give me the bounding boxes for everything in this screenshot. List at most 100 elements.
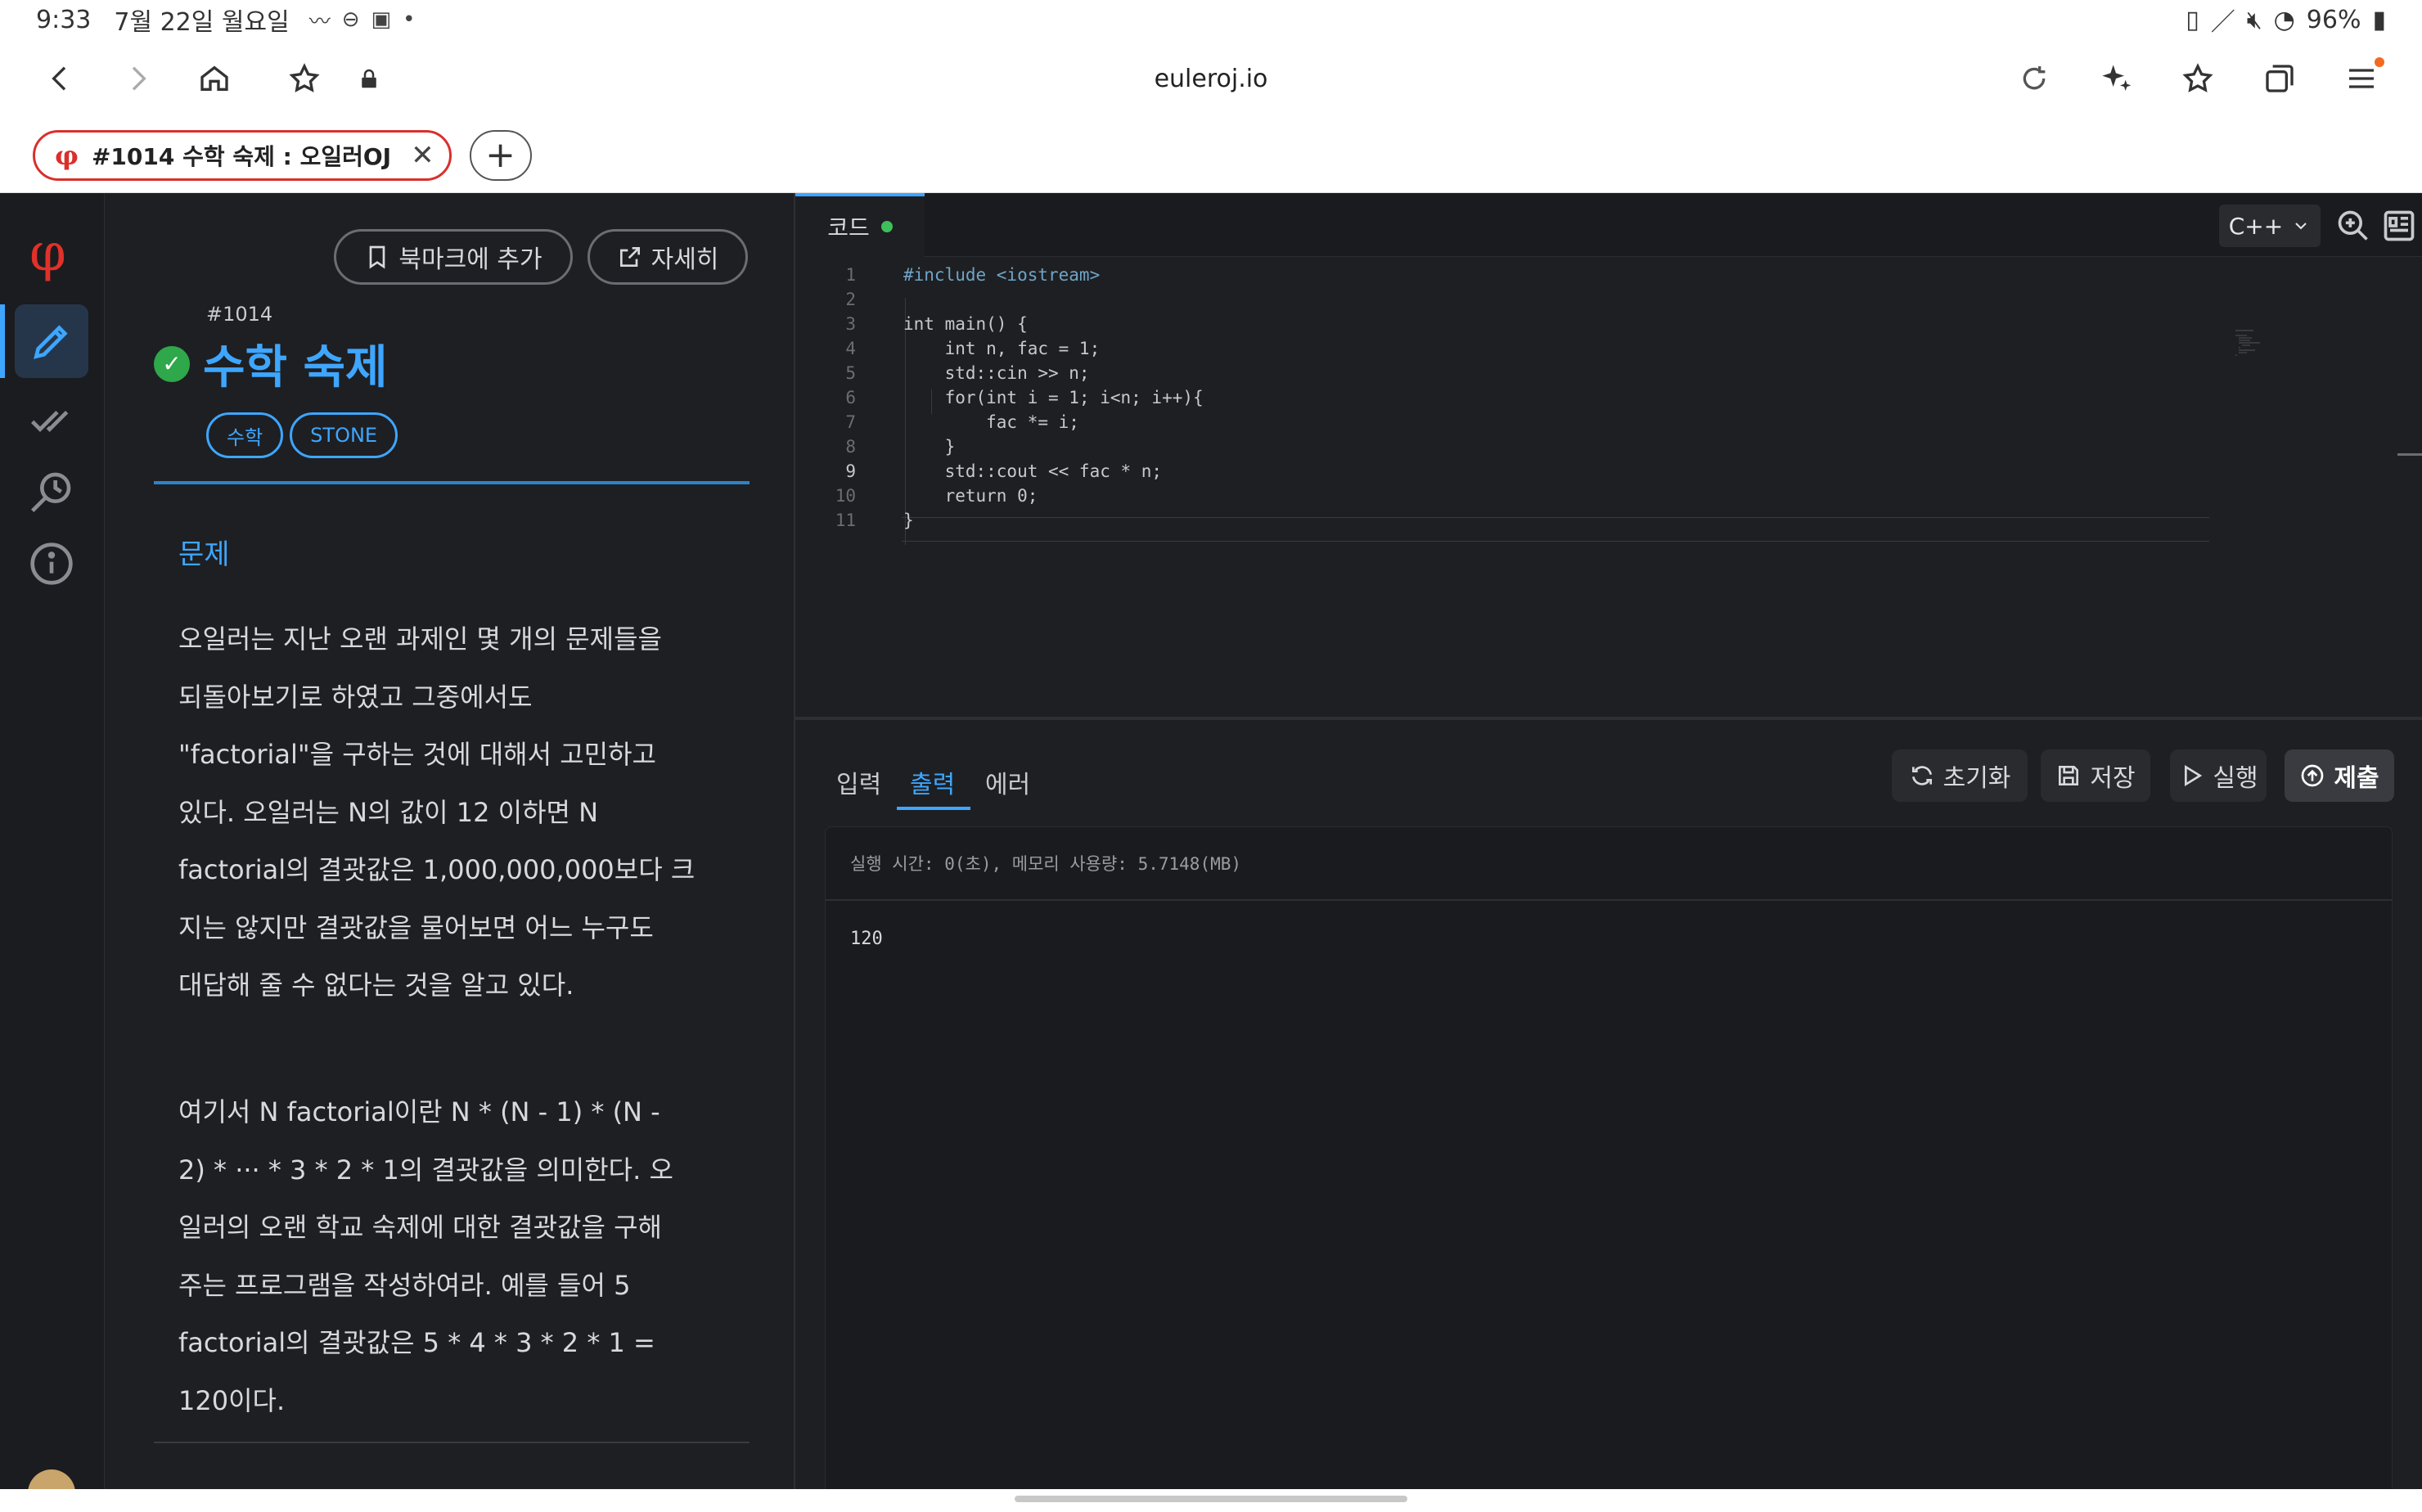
language-select[interactable]: C++ (2219, 205, 2321, 247)
bookmark-star-icon (2182, 63, 2213, 92)
reset-button[interactable]: 초기화 (1892, 749, 2028, 802)
double-check-icon (31, 411, 69, 432)
run-button[interactable]: 실행 (2170, 749, 2267, 802)
new-tab-button[interactable]: + (469, 129, 532, 181)
paragraph-line: 120이다. (178, 1384, 286, 1416)
info-icon (30, 542, 73, 585)
solved-check-icon: ✓ (154, 345, 190, 382)
avatar[interactable] (28, 1469, 75, 1489)
saved-status-dot (880, 221, 893, 232)
section-divider (154, 1442, 750, 1443)
line-number: 3 (845, 314, 856, 334)
line-number: 2 (845, 290, 856, 309)
tabs-button[interactable] (2255, 54, 2304, 103)
code-line: std::cout << fac * n; (903, 461, 1163, 481)
paragraph-line: "factorial"을 구하는 것에 대해서 고민하고 (178, 739, 656, 770)
forward-icon (132, 66, 146, 91)
code-minimap[interactable] (2235, 329, 2288, 362)
tabs-icon (2266, 65, 2294, 92)
home-indicator[interactable] (1015, 1496, 1407, 1502)
tag-badge[interactable]: STONE (290, 412, 398, 458)
problem-tags: 수학 STONE (206, 412, 398, 458)
editor-tab-code[interactable]: 코드 (795, 193, 925, 257)
mute-icon: 🔇︎ (2246, 5, 2262, 34)
menu-button[interactable] (2337, 54, 2386, 103)
reload-button[interactable] (2010, 54, 2059, 103)
run-label: 실행 (2213, 764, 2258, 793)
spen-icon: ／ (2210, 8, 2235, 37)
code-line: for(int i = 1; i<n; i++){ (903, 388, 1204, 407)
paragraph-line: 2) * ··· * 3 * 2 * 1의 결괏값을 의미한다. 오 (178, 1154, 673, 1186)
active-tab-underline (897, 807, 970, 810)
detail-button[interactable]: 자세히 (587, 229, 748, 285)
browser-toolbar: euleroj.io (0, 39, 2422, 118)
submit-button[interactable]: 제출 (2285, 749, 2394, 802)
line-number: 5 (845, 363, 856, 383)
line-number: 8 (845, 437, 856, 457)
battery-level: 96% (2306, 5, 2361, 34)
upload-circle-icon (2302, 764, 2324, 787)
line-number: 11 (835, 511, 856, 530)
save-icon (2059, 766, 2079, 785)
problem-panel: 북마크에 추가 자세히 #1014 ✓ 수학 숙제 수학 STONE 문제 오일… (105, 193, 795, 1489)
zoom-in-icon[interactable] (2335, 208, 2371, 244)
submit-label: 제출 (2334, 764, 2379, 793)
reload-icon (2023, 66, 2046, 90)
tab-error[interactable]: 에러 (985, 764, 1030, 800)
paragraph-line: factorial의 결괏값은 5 * 4 * 3 * 2 * 1 = (178, 1327, 655, 1358)
problem-number: #1014 (206, 303, 273, 326)
app-area: φ 북마크에 추가 자세히 #1014 ✓ 수학 숙제 수학 STONE 문제 … (0, 193, 2422, 1489)
code-line: } (903, 511, 914, 530)
code-line: #include <iostream> (903, 265, 1101, 285)
paragraph-line: 여기서 N factorial이란 N * (N - 1) * (N - (178, 1096, 660, 1127)
status-bar: 9:33 7월 22일 월요일 〰 ⊖ ▣ • ▯ ／ 🔇︎ ◔ 96% ▮ (0, 0, 2422, 39)
home-icon (200, 65, 228, 91)
save-button[interactable]: 저장 (2041, 749, 2150, 802)
language-value: C++ (2228, 212, 2284, 240)
browser-tab-active[interactable]: φ #1014 수학 숙제 : 오일러OJ ✕ (33, 129, 452, 181)
notification-dot (2375, 57, 2384, 67)
code-line: std::cin >> n; (903, 363, 1090, 383)
forward-button[interactable] (113, 54, 162, 103)
secure-lock[interactable] (357, 54, 381, 103)
editor-scrollbar[interactable] (2397, 453, 2422, 456)
layout-icon[interactable] (2381, 208, 2417, 244)
paragraph-line: factorial의 결괏값은 1,000,000,000보다 크 (178, 854, 696, 885)
ai-button[interactable] (2091, 54, 2141, 103)
editor-tabbar: 코드 C++ (795, 193, 2422, 257)
rail-item-solve[interactable] (15, 304, 88, 378)
bookmark-button[interactable]: 북마크에 추가 (334, 229, 573, 285)
bookmark-label: 북마크에 추가 (398, 245, 542, 274)
line-number: 10 (835, 486, 856, 506)
rail-item-history[interactable] (15, 455, 88, 529)
add-favorite-button[interactable] (280, 54, 329, 103)
heading-divider (154, 481, 750, 484)
external-link-icon (619, 247, 640, 267)
euler-logo[interactable]: φ (29, 223, 66, 283)
tab-input[interactable]: 입력 (836, 764, 881, 800)
close-tab-icon[interactable]: ✕ (411, 139, 434, 172)
bookmarks-button[interactable] (2173, 54, 2222, 103)
paragraph-line: 지는 않지만 결괏값을 물어보면 어느 누구도 (178, 911, 654, 943)
paragraph-line: 되돌아보기로 하였고 그중에서도 (178, 681, 533, 713)
paragraph-line: 일러의 오랜 학교 숙제에 대한 결괏값을 구해 (178, 1212, 662, 1243)
tag-badge[interactable]: 수학 (206, 412, 284, 458)
problem-heading: ✓ 수학 숙제 (154, 331, 388, 397)
code-line: } (903, 437, 956, 457)
status-time: 9:33 (36, 5, 92, 34)
wifi-icon: ◔ (2273, 5, 2295, 34)
rail-active-indicator (0, 304, 5, 378)
home-button[interactable] (190, 54, 239, 103)
rail-item-info[interactable] (15, 527, 88, 601)
chevron-down-icon (2295, 223, 2307, 230)
paragraph-line: 있다. 오일러는 N의 값이 12 이하면 N (178, 796, 599, 828)
tab-output[interactable]: 출력 (910, 764, 955, 800)
status-icons: 〰 ⊖ ▣ • (309, 5, 416, 35)
dnd-icon: ⊖ (341, 7, 360, 32)
line-number: 1 (845, 265, 856, 285)
back-button[interactable] (36, 54, 85, 103)
output-panel: 입력 출력 에러 초기화 저장 실행 제출 실행 시간: 0(초), 메모리 사… (795, 717, 2422, 1489)
rail-item-submissions[interactable] (15, 383, 88, 457)
code-area[interactable]: 1 2 3 4 5 6 7 8 9 10 11 #include <iostre… (795, 257, 2422, 717)
line-number-current: 9 (845, 461, 856, 481)
